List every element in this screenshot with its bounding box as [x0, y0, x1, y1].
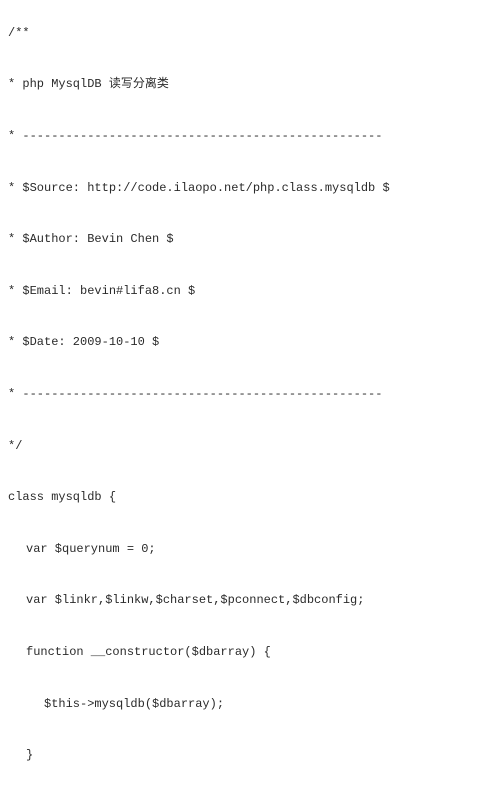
- comment-date: * $Date: 2009-10-10 $: [8, 334, 495, 351]
- comment-author: * $Author: Bevin Chen $: [8, 231, 495, 248]
- function-constructor: function __constructor($dbarray) {: [8, 644, 495, 661]
- var-links: var $linkr,$linkw,$charset,$pconnect,$db…: [8, 592, 495, 609]
- comment-divider-bottom: * --------------------------------------…: [8, 386, 495, 403]
- function-close: }: [8, 747, 495, 764]
- comment-divider-top: * --------------------------------------…: [8, 128, 495, 145]
- class-declaration: class mysqldb {: [8, 489, 495, 506]
- comment-title: * php MysqlDB 读写分离类: [8, 76, 495, 93]
- comment-open: /**: [8, 25, 495, 42]
- comment-email: * $Email: bevin#lifa8.cn $: [8, 283, 495, 300]
- var-querynum: var $querynum = 0;: [8, 541, 495, 558]
- constructor-body: $this->mysqldb($dbarray);: [8, 696, 495, 713]
- php-code-block: /** * php MysqlDB 读写分离类 * --------------…: [8, 8, 495, 799]
- comment-source: * $Source: http://code.ilaopo.net/php.cl…: [8, 180, 495, 197]
- comment-close: */: [8, 438, 495, 455]
